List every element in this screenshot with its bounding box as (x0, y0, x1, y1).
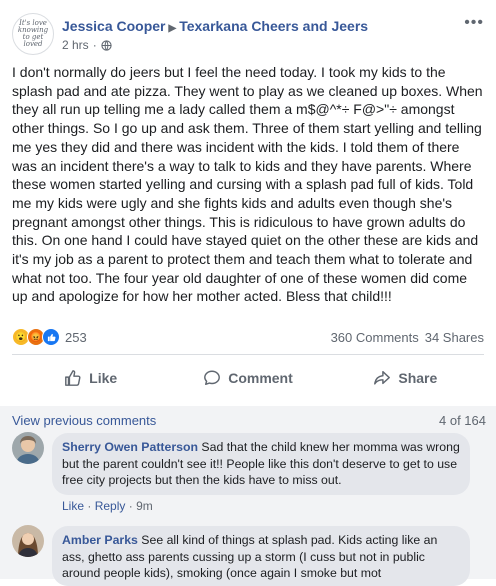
share-button[interactable]: Share (327, 360, 484, 396)
group-name[interactable]: Texarkana Cheers and Jeers (179, 18, 368, 34)
commenter-name[interactable]: Amber Parks (62, 533, 138, 547)
reactions-summary[interactable]: 😮 😡 253 (12, 328, 87, 346)
comment-button[interactable]: Comment (169, 360, 326, 396)
comment-time[interactable]: 9m (136, 499, 153, 513)
meta-separator: · (92, 38, 97, 52)
comment-bubble: Amber Parks See all kind of things at sp… (52, 526, 470, 586)
share-arrow-icon (374, 370, 391, 385)
comment-like-link[interactable]: Like (62, 499, 84, 513)
action-bar: Like Comment Share (12, 360, 484, 396)
reaction-count: 253 (65, 329, 87, 345)
author-line: Jessica Cooper ▶ Texarkana Cheers and Jeer… (62, 18, 368, 34)
person-avatar-icon (12, 525, 44, 557)
comment-bubble: Sherry Owen Patterson Sad that the child… (52, 433, 470, 495)
comment-label: Comment (228, 370, 293, 386)
avatar-logo-text: It's love knowing to get loved (17, 19, 49, 48)
divider (12, 354, 484, 355)
like-reaction-icon (42, 328, 60, 346)
share-label: Share (398, 370, 438, 386)
commenter-avatar[interactable] (12, 432, 44, 464)
thumbs-up-icon (65, 370, 81, 386)
post-text: I don't normally do jeers but I feel the… (12, 64, 483, 305)
globe-icon (101, 39, 112, 51)
meta-separator: · (87, 499, 92, 513)
comment-page-count: 4 of 164 (439, 413, 486, 428)
post-meta: 2 hrs · (62, 38, 112, 52)
comment-bubble-icon (204, 370, 221, 386)
engagement-counts: 360 Comments 34 Shares (331, 330, 484, 345)
author-avatar[interactable]: It's love knowing to get loved (12, 13, 54, 55)
author-name[interactable]: Jessica Cooper (62, 18, 166, 34)
comment-meta: Like · Reply · 9m (62, 499, 153, 513)
post-time[interactable]: 2 hrs (62, 38, 89, 52)
more-options-icon[interactable]: ••• (464, 14, 484, 32)
commenter-avatar[interactable] (12, 525, 44, 557)
view-previous-comments-link[interactable]: View previous comments (12, 413, 156, 428)
meta-separator: · (128, 499, 133, 513)
commenter-name[interactable]: Sherry Owen Patterson (62, 440, 198, 454)
like-button[interactable]: Like (12, 360, 169, 396)
person-avatar-icon (12, 432, 44, 464)
like-label: Like (89, 370, 118, 386)
arrow-right-icon: ▶ (168, 23, 177, 34)
comment-count[interactable]: 360 Comments (331, 330, 419, 345)
share-count[interactable]: 34 Shares (425, 330, 484, 345)
comment-reply-link[interactable]: Reply (95, 499, 126, 513)
facebook-post: It's love knowing to get loved Jessica C… (0, 0, 496, 586)
